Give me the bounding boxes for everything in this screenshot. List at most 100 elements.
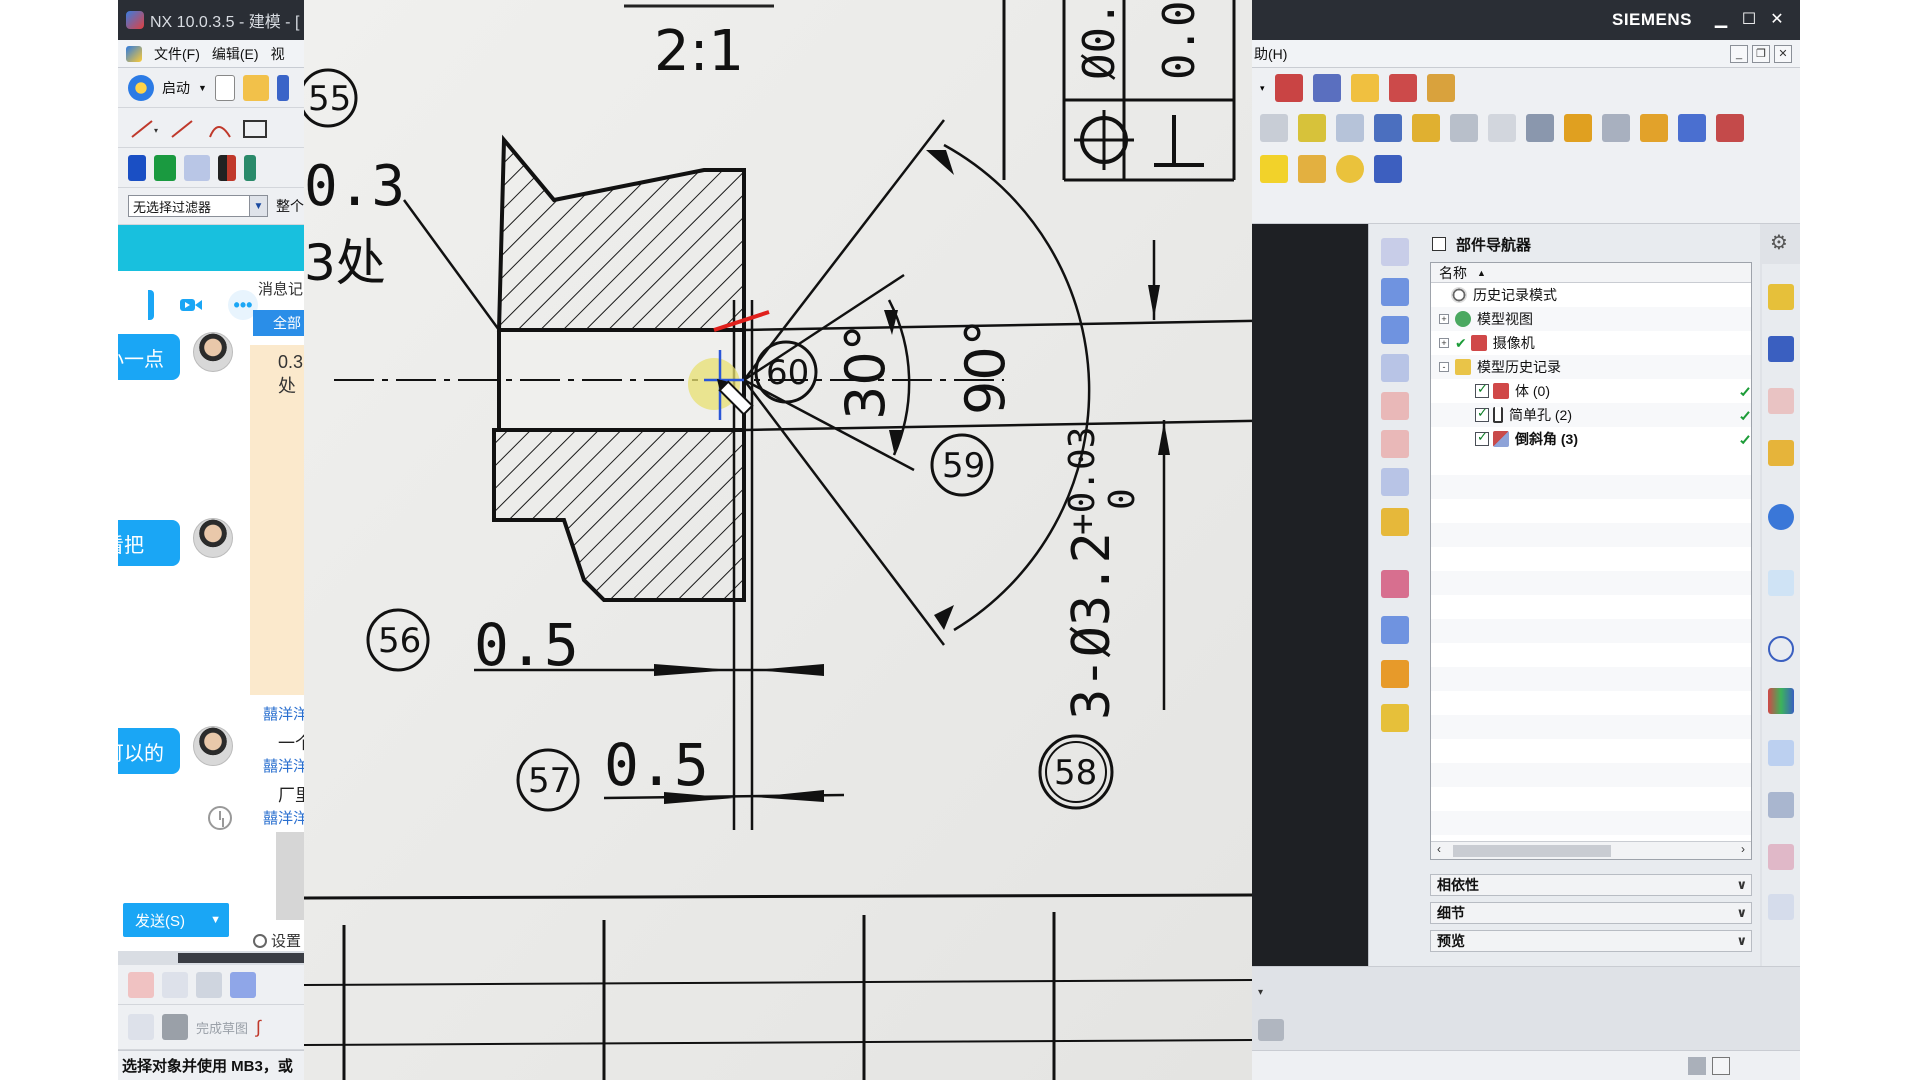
calculator-icon[interactable] [1298,155,1326,183]
wrench-icon[interactable] [1258,1019,1284,1041]
info-icon[interactable] [1768,504,1794,530]
book-icon[interactable] [184,154,210,181]
offset-icon[interactable] [196,971,222,998]
menu-edit[interactable]: 编辑(E) [212,44,259,64]
pin-checkbox[interactable] [1432,237,1446,251]
sort-asc-icon[interactable]: ▲ [1477,268,1486,278]
layer-icon[interactable] [1564,114,1592,142]
block-icon[interactable] [1412,114,1440,142]
constraint-navigator-icon[interactable] [1768,336,1794,362]
menu-help[interactable]: 助(H) [1254,44,1287,64]
save-icon[interactable] [276,74,289,101]
tree-horizontal-scrollbar[interactable]: ‹ › [1431,841,1751,859]
chevron-down-icon[interactable]: ∨ [1736,905,1747,921]
web-browser-icon[interactable] [1768,570,1794,596]
minimize-icon[interactable]: ▁ [1710,8,1732,30]
close-icon[interactable]: ✕ [1766,8,1788,30]
filter-all-chip[interactable]: 全部 [253,310,304,336]
view-orient-icon[interactable] [1381,354,1409,382]
chevron-down-icon[interactable]: ▾ [1260,83,1265,94]
panel-dependencies[interactable]: 相依性 ∨ [1430,874,1752,896]
menu-view[interactable]: 视 [271,44,285,64]
mdi-restore-icon[interactable]: ❐ [1752,44,1770,63]
list-icon[interactable] [1374,155,1402,183]
gear-icon[interactable]: ⚙ [1770,230,1788,255]
start-icon[interactable] [128,74,154,101]
tree-row-chamfer[interactable]: 倒斜角 (3) [1431,427,1751,451]
expand-icon[interactable]: + [1439,338,1449,348]
open-file-icon[interactable] [242,74,269,101]
menu-icon[interactable] [126,45,142,62]
list-icon[interactable] [1768,894,1794,920]
chevron-down-icon[interactable]: ∨ [1736,933,1747,949]
graphics-window[interactable] [1252,224,1368,966]
new-file-icon[interactable] [214,74,235,101]
chevron-down-icon[interactable]: ▾ [1258,987,1263,998]
visibility-checkbox[interactable] [1475,429,1489,446]
hole-icon[interactable] [1488,114,1516,142]
visibility-checkbox[interactable] [1475,381,1489,398]
roles-icon[interactable] [1768,740,1794,766]
tree-row-model-history[interactable]: - 模型历史记录 [1431,355,1751,379]
chevron-down-icon[interactable]: ▼ [249,196,267,216]
mdi-close-icon[interactable]: ✕ [1774,44,1792,63]
menu-file[interactable]: 文件(F) [154,44,200,64]
tree-row-simple-hole[interactable]: 简单孔 (2) [1431,403,1751,427]
scroll-thumb[interactable] [1453,845,1611,857]
mirror-icon[interactable] [218,154,236,181]
maximize-icon[interactable]: ☐ [1738,8,1760,30]
mesh-icon[interactable] [1381,316,1409,344]
reuse-library-icon[interactable] [1768,440,1794,466]
rotate-icon[interactable] [1381,392,1409,420]
sketch-icon[interactable] [128,1014,154,1040]
face-icon[interactable] [1381,570,1409,598]
system-scene-icon[interactable] [1768,792,1794,818]
tree-row-model-views[interactable]: + 模型视图 [1431,307,1751,331]
box-icon[interactable] [1381,660,1409,688]
visibility-checkbox[interactable] [1475,405,1489,422]
view-icon[interactable] [1350,74,1379,102]
tools-icon[interactable] [1526,114,1554,142]
measure-icon[interactable] [1426,74,1455,102]
grid-icon[interactable] [1336,114,1364,142]
history-icon[interactable] [1768,636,1794,662]
finish-sketch-icon[interactable] [162,1014,188,1040]
report-icon[interactable] [1768,844,1794,870]
analysis-icon[interactable] [1678,114,1706,142]
sketch-constraint-icon[interactable] [128,971,154,998]
message-history-tab[interactable]: 消息记 [258,278,303,299]
palette-icon[interactable] [1768,688,1794,714]
scroll-thumb[interactable] [178,953,304,963]
drum-icon[interactable] [1381,616,1409,644]
column-header[interactable]: 名称 ▲ [1431,263,1751,283]
tree-row-body[interactable]: 体 (0) [1431,379,1751,403]
book-icon[interactable] [1381,508,1409,536]
part-navigator-icon[interactable] [1768,388,1794,414]
pan-icon[interactable] [1381,430,1409,458]
orient-icon[interactable] [1312,74,1341,102]
drafting-icon[interactable] [1640,114,1668,142]
note-icon[interactable] [1260,155,1288,183]
pattern-icon[interactable] [244,154,256,181]
scroll-left-icon[interactable]: ‹ [1437,842,1441,856]
avatar[interactable] [193,726,233,766]
sender-name[interactable]: 囍洋洋 [263,807,304,828]
shell-icon[interactable] [1450,114,1478,142]
send-button[interactable]: 发送(S) ▼ [123,903,229,937]
sketch-curve-icons[interactable]: ▾ [128,115,298,141]
zoom-icon[interactable] [1381,468,1409,496]
history-clock-icon[interactable] [208,806,232,830]
chevron-down-icon[interactable]: ∨ [1736,877,1747,893]
mdi-minimize-icon[interactable]: _ [1730,44,1748,63]
start-dropdown-icon[interactable]: ▼ [198,83,207,93]
tree-row-cameras[interactable]: + ✔ 摄像机 [1431,331,1751,355]
status-icon-1[interactable] [1688,1057,1706,1075]
status-icon-2[interactable] [1712,1057,1730,1075]
sketch-plane-icon[interactable] [1381,238,1409,266]
back-arrow-icon[interactable] [230,971,256,998]
revolve-icon[interactable] [154,154,176,181]
finish-sketch-label[interactable]: 完成草图 [196,1018,248,1037]
assembly-navigator-icon[interactable] [1768,284,1794,310]
image-thumb[interactable] [276,832,304,920]
video-call-icon[interactable] [176,290,206,320]
